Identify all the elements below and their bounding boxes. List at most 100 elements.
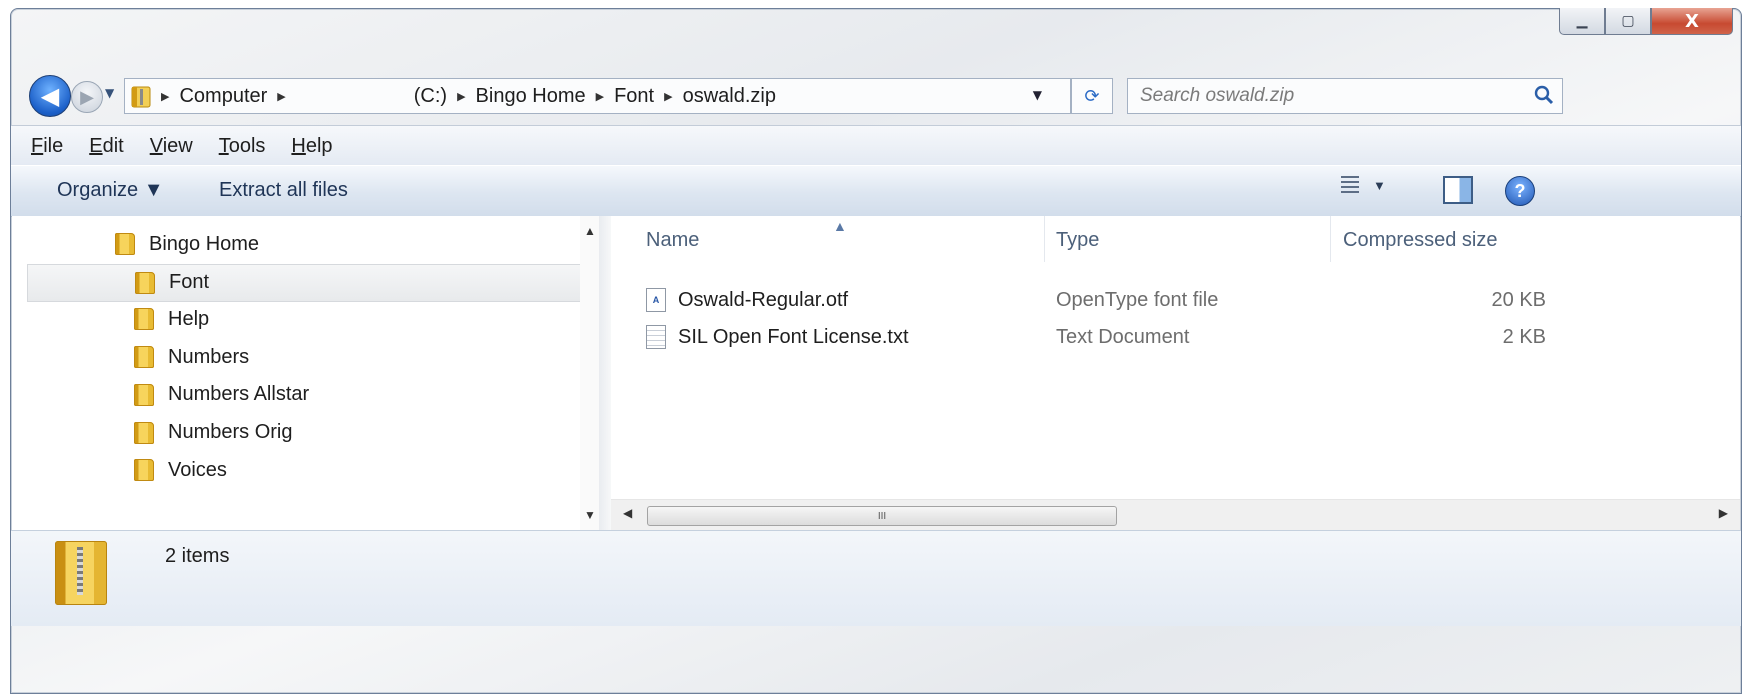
file-type: OpenType font file: [1056, 288, 1219, 311]
breadcrumb-separator-icon[interactable]: ▶: [664, 90, 672, 103]
menu-item-help[interactable]: Help: [291, 135, 332, 158]
column-header-type[interactable]: Type: [1056, 216, 1099, 264]
tree-item-label: Bingo Home: [149, 232, 260, 255]
breadcrumb-item[interactable]: Computer: [179, 85, 267, 108]
breadcrumb-item[interactable]: Bingo Home: [476, 85, 586, 108]
tree-item-numbers-allstar[interactable]: Numbers Allstar: [134, 377, 309, 413]
search-input[interactable]: [1128, 79, 1522, 113]
sort-ascending-icon: ▲: [833, 218, 847, 234]
preview-pane-icon: [1443, 176, 1473, 204]
pane-splitter[interactable]: [599, 216, 611, 530]
file-type: Text Document: [1056, 325, 1190, 348]
help-icon: ?: [1505, 176, 1535, 206]
item-count: 2 items: [165, 545, 230, 567]
scroll-right-icon[interactable]: ▶: [1719, 506, 1728, 520]
navigation-scrollbar[interactable]: ▲ ▼: [580, 216, 600, 530]
menu-label: ile: [43, 134, 64, 157]
menu-accelerator: E: [89, 134, 103, 157]
folder-icon: [115, 233, 135, 255]
scroll-thumb[interactable]: III: [647, 506, 1117, 526]
menu-item-file[interactable]: File: [31, 135, 63, 158]
refresh-button[interactable]: ⟳: [1071, 78, 1113, 114]
address-bar[interactable]: ▶ Computer ▶ (C:) ▶ Bingo Home ▶ Font ▶ oswald.zi…: [124, 78, 1071, 114]
address-dropdown[interactable]: ▼: [1033, 88, 1042, 102]
tree-item-label: Numbers Allstar: [168, 383, 310, 406]
change-view-button[interactable]: ▼: [1341, 176, 1386, 194]
search-box: [1127, 78, 1563, 114]
breadcrumb-separator-icon[interactable]: ▶: [161, 90, 169, 103]
breadcrumb-separator-icon[interactable]: ▶: [596, 90, 604, 103]
search-icon[interactable]: [1534, 85, 1554, 105]
otf-file-icon: A: [646, 288, 666, 312]
zip-folder-icon: [55, 541, 107, 605]
tree-item-voices[interactable]: Voices: [134, 452, 227, 488]
column-header-compressed-size[interactable]: Compressed size: [1343, 216, 1498, 264]
breadcrumb-item[interactable]: oswald.zip: [683, 85, 776, 108]
file-row[interactable]: A Oswald-Regular.otf OpenType font file 20 …: [641, 282, 1741, 318]
menu-accelerator: H: [291, 134, 306, 157]
tree-item-numbers-orig[interactable]: Numbers Orig: [134, 415, 292, 451]
back-button[interactable]: ◀: [29, 75, 71, 117]
column-divider[interactable]: [1330, 216, 1331, 262]
breadcrumb-item[interactable]: (C:): [414, 85, 447, 108]
scroll-down-icon[interactable]: ▼: [584, 508, 596, 522]
refresh-icon: ⟳: [1084, 85, 1100, 107]
views-icon: [1341, 176, 1359, 194]
file-row[interactable]: SIL Open Font License.txt Text Document 2 …: [641, 319, 1741, 355]
navigation-pane: Bingo Home Font Help Numbers Numbers Allstar…: [12, 216, 600, 530]
menu-label: elp: [305, 134, 333, 157]
folder-icon: [134, 421, 154, 444]
column-divider[interactable]: [1044, 216, 1045, 262]
folder-icon: [134, 459, 154, 482]
column-header-name-label: Name: [646, 228, 700, 251]
maximize-button[interactable]: ▢: [1605, 8, 1651, 35]
menu-item-tools[interactable]: Tools: [219, 135, 266, 158]
help-button[interactable]: ?: [1505, 176, 1535, 206]
menu-accelerator: T: [218, 134, 229, 157]
menu-item-view[interactable]: View: [150, 135, 193, 158]
close-button[interactable]: X: [1651, 8, 1733, 35]
recent-pages-dropdown[interactable]: ▼: [105, 86, 114, 100]
file-compressed-size: 20 KB: [1491, 288, 1546, 311]
explorer-window: ▁ ▢ X ◀ ▶ ▼ ▶ Computer ▶ (C:) ▶ Bingo Home ▶ Fo…: [10, 8, 1742, 694]
file-compressed-size: 2 KB: [1502, 325, 1546, 348]
tree-item-bingo-home[interactable]: Bingo Home: [115, 226, 259, 262]
tree-item-label: Numbers: [168, 345, 250, 368]
breadcrumb-item[interactable]: Font: [614, 85, 654, 108]
tree-item-numbers[interactable]: Numbers: [134, 339, 249, 375]
breadcrumb-separator-icon[interactable]: ▶: [277, 90, 285, 103]
views-dropdown-icon: ▼: [1373, 177, 1386, 193]
forward-button[interactable]: ▶: [71, 81, 103, 113]
menu-accelerator: V: [149, 134, 163, 157]
back-arrow-icon: ◀: [40, 82, 60, 110]
menu-item-edit[interactable]: Edit: [89, 135, 123, 158]
breadcrumb-separator-icon[interactable]: ▶: [457, 90, 465, 103]
tree-item-help[interactable]: Help: [134, 301, 209, 337]
column-header-type-label: Type: [1056, 228, 1100, 251]
tree-item-label: Help: [168, 307, 210, 330]
file-list-pane: Name ▲ Type Compressed size A Oswald-Regu…: [611, 216, 1740, 530]
folder-icon: [134, 383, 154, 406]
organize-button[interactable]: Organize ▼: [57, 179, 164, 202]
extract-all-files-button[interactable]: Extract all files: [219, 179, 348, 202]
tree-item-font[interactable]: Font: [27, 263, 581, 302]
folder-icon: [134, 308, 154, 331]
menu-label: ools: [228, 134, 266, 157]
minimize-button[interactable]: ▁: [1559, 8, 1605, 35]
file-name: Oswald-Regular.otf: [678, 288, 849, 311]
scroll-left-icon[interactable]: ◀: [623, 506, 632, 520]
horizontal-scrollbar[interactable]: ◀ III ▶: [611, 499, 1740, 530]
forward-arrow-icon: ▶: [80, 86, 94, 108]
details-pane: 2 items: [11, 530, 1741, 626]
breadcrumb: ▶ Computer ▶ (C:) ▶ Bingo Home ▶ Font ▶ oswald.zi…: [151, 85, 776, 108]
preview-pane-button[interactable]: [1443, 176, 1473, 204]
folder-icon: [135, 271, 155, 294]
tree-item-label: Font: [169, 271, 210, 294]
tree-item-label: Numbers Orig: [168, 421, 293, 443]
scroll-up-icon[interactable]: ▲: [584, 224, 596, 238]
address-row: ◀ ▶ ▼ ▶ Computer ▶ (C:) ▶ Bingo Home ▶ Font ▶ osw…: [29, 73, 1741, 117]
column-header-name[interactable]: Name: [646, 216, 699, 264]
tree-item-label: Voices: [168, 458, 227, 481]
text-file-icon: [646, 325, 666, 349]
caption-buttons: ▁ ▢ X: [1559, 8, 1733, 35]
